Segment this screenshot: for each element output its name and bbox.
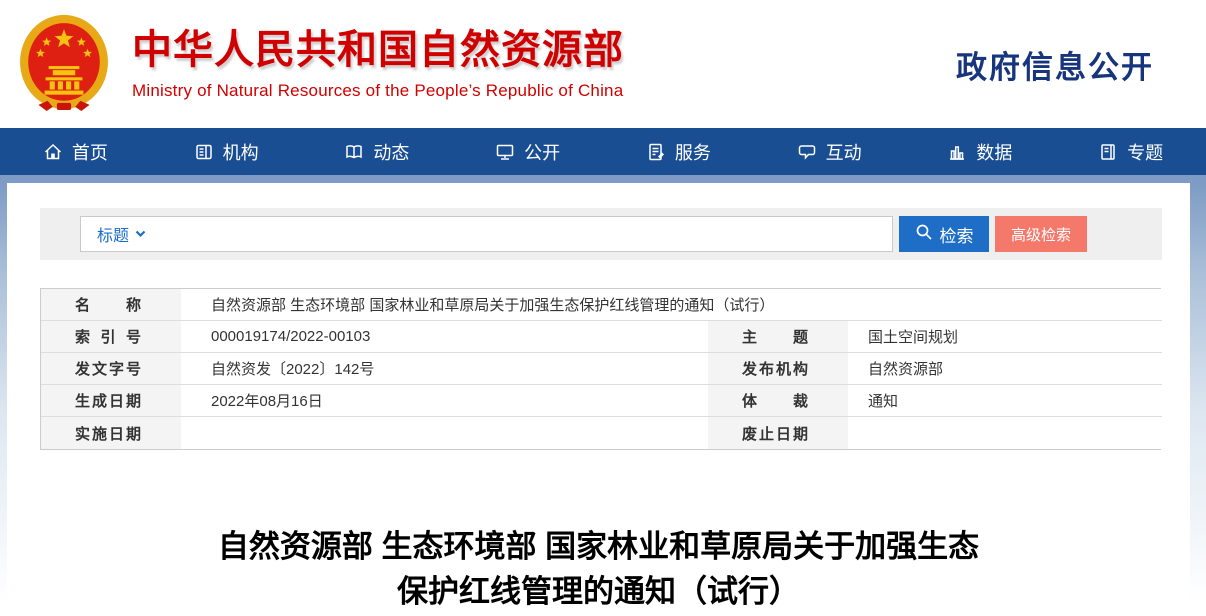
nav-item-label: 互动 bbox=[825, 142, 862, 163]
main-nav: 首页 机构 动态 公开 服务 互动 数据 专题 bbox=[0, 128, 1206, 175]
meta-value-issuing-agency: 自然资源部 bbox=[848, 353, 1162, 385]
search-input[interactable] bbox=[156, 219, 880, 249]
meta-value-document-number: 自然资发〔2022〕142号 bbox=[181, 353, 708, 385]
site-title: 中华人民共和国自然资源部 bbox=[132, 28, 624, 72]
search-field-label: 标题 bbox=[97, 228, 130, 245]
news-book-icon bbox=[344, 142, 364, 162]
chevron-down-icon bbox=[135, 225, 146, 243]
nav-item-interaction[interactable]: 互动 bbox=[797, 139, 862, 165]
page-background: 标题 检索 高级检索 名称 自然资源部 生态环境部 国家林业和草原局关于加强生态… bbox=[0, 183, 1206, 616]
chat-bubble-icon bbox=[797, 142, 817, 162]
meta-label-implement-date: 实施日期 bbox=[41, 417, 181, 449]
nav-item-label: 数据 bbox=[976, 142, 1013, 163]
site-subtitle: Ministry of Natural Resources of the Peo… bbox=[132, 81, 624, 100]
nav-item-topics[interactable]: 专题 bbox=[1098, 139, 1163, 165]
monitor-icon bbox=[495, 142, 515, 162]
nav-item-home[interactable]: 首页 bbox=[43, 139, 108, 165]
site-header: 中华人民共和国自然资源部 Ministry of Natural Resourc… bbox=[0, 0, 1206, 128]
nav-item-news[interactable]: 动态 bbox=[344, 139, 409, 165]
meta-value-genre: 通知 bbox=[848, 385, 1162, 417]
site-title-block: 中华人民共和国自然资源部 Ministry of Natural Resourc… bbox=[132, 27, 624, 101]
meta-label-name: 名称 bbox=[41, 289, 181, 321]
meta-value-subject: 国土空间规划 bbox=[848, 321, 1162, 353]
national-emblem bbox=[20, 14, 108, 112]
meta-label-abolish-date: 废止日期 bbox=[708, 417, 848, 449]
search-panel: 标题 检索 高级检索 bbox=[40, 208, 1162, 260]
meta-label-issuing-agency: 发布机构 bbox=[708, 353, 848, 385]
meta-value-abolish-date bbox=[848, 417, 1162, 449]
document-pencil-icon bbox=[646, 142, 666, 162]
meta-label-genre: 体裁 bbox=[708, 385, 848, 417]
meta-label-document-number: 发文字号 bbox=[41, 353, 181, 385]
meta-label-subject: 主题 bbox=[708, 321, 848, 353]
meta-label-index-number: 索引号 bbox=[41, 321, 181, 353]
nav-item-label: 机构 bbox=[222, 142, 259, 163]
meta-value-generate-date: 2022年08月16日 bbox=[181, 385, 708, 417]
home-icon bbox=[43, 142, 63, 162]
nav-item-label: 专题 bbox=[1127, 142, 1164, 163]
advanced-search-button[interactable]: 高级检索 bbox=[995, 216, 1087, 252]
meta-value-index-number: 000019174/2022-00103 bbox=[181, 321, 708, 353]
nav-item-label: 公开 bbox=[524, 142, 561, 163]
nav-item-services[interactable]: 服务 bbox=[646, 139, 711, 165]
meta-label-generate-date: 生成日期 bbox=[41, 385, 181, 417]
organization-icon bbox=[194, 142, 214, 162]
search-button[interactable]: 检索 bbox=[899, 216, 989, 252]
nav-item-label: 动态 bbox=[373, 142, 410, 163]
article-title: 自然资源部 生态环境部 国家林业和草原局关于加强生态保护红线管理的通知（试行） bbox=[217, 529, 980, 609]
content-container: 标题 检索 高级检索 名称 自然资源部 生态环境部 国家林业和草原局关于加强生态… bbox=[7, 183, 1190, 616]
nav-item-label: 服务 bbox=[674, 142, 711, 163]
gov-info-disclosure-title: 政府信息公开 bbox=[956, 49, 1154, 85]
search-icon bbox=[915, 223, 933, 246]
meta-value-name: 自然资源部 生态环境部 国家林业和草原局关于加强生态保护红线管理的通知（试行） bbox=[181, 289, 1162, 321]
search-button-label: 检索 bbox=[939, 226, 974, 246]
journal-icon bbox=[1098, 142, 1118, 162]
document-metadata-table: 名称 自然资源部 生态环境部 国家林业和草原局关于加强生态保护红线管理的通知（试… bbox=[40, 288, 1162, 450]
nav-item-disclosure[interactable]: 公开 bbox=[495, 139, 560, 165]
meta-value-implement-date bbox=[181, 417, 708, 449]
nav-item-data[interactable]: 数据 bbox=[947, 139, 1012, 165]
search-box: 标题 bbox=[80, 216, 893, 252]
nav-item-label: 首页 bbox=[71, 142, 108, 163]
bar-chart-icon bbox=[947, 142, 967, 162]
nav-bottom-strip bbox=[0, 175, 1206, 183]
nav-item-organization[interactable]: 机构 bbox=[194, 139, 259, 165]
search-field-dropdown[interactable]: 标题 bbox=[97, 222, 146, 246]
